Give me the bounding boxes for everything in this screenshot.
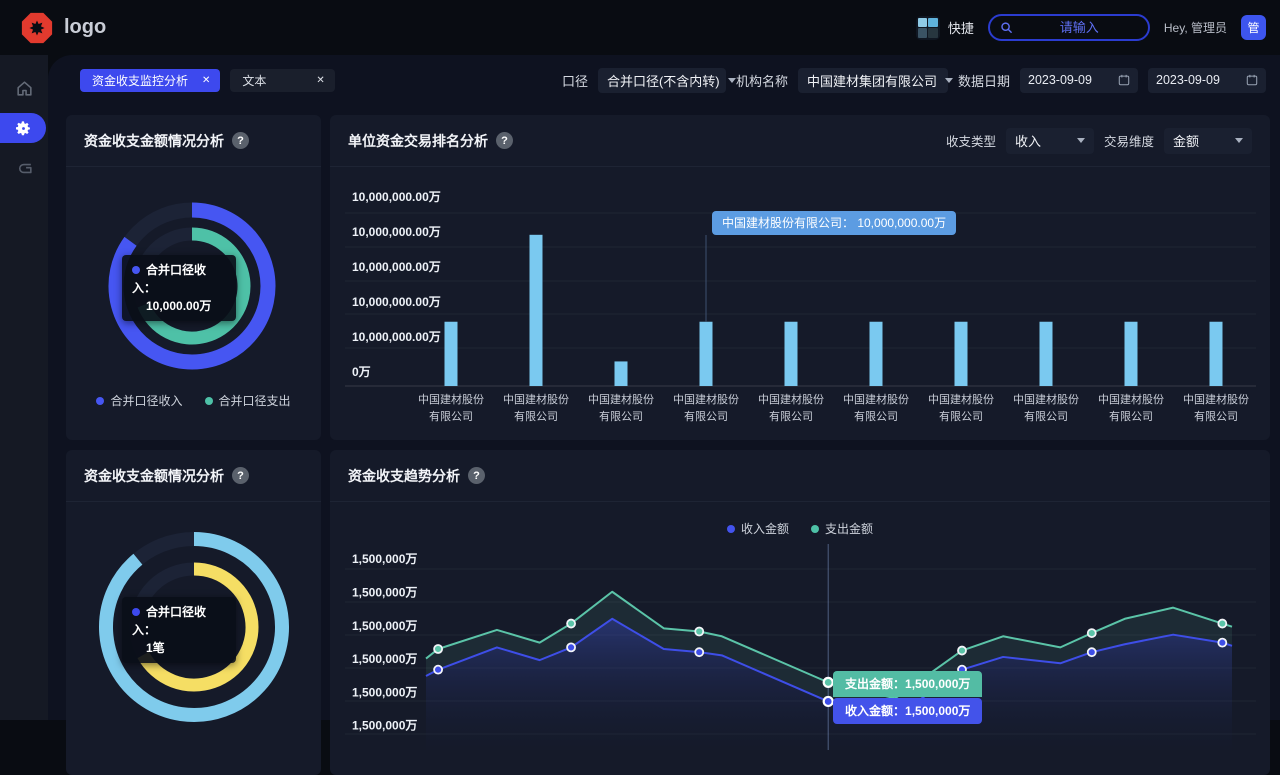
help-icon[interactable]: ? [232, 132, 249, 149]
svg-text:中国建材股份有限公司: 中国建材股份有限公司 [843, 392, 909, 423]
home-icon [16, 80, 32, 96]
legend-dot [96, 396, 105, 405]
panel-title: 资金收支金额情况分析 [84, 467, 224, 484]
panel-income-expense-top: 资金收支金额情况分析 ? 合并口径收入： 10,000.00万 合并口径收入 合… [66, 115, 321, 440]
svg-text:1,500,000万: 1,500,000万 [352, 685, 417, 699]
chevron-down-icon [1235, 138, 1243, 143]
panel-title: 资金收支趋势分析 [348, 467, 460, 484]
svg-text:1,500,000万: 1,500,000万 [352, 719, 417, 733]
date-input-end[interactable]: 2023-09-09 [1148, 67, 1266, 93]
filter-bar: 资金收支监控分析 ✕ 文本 ✕ 口径 合并口径(不含内转) 机构名称 中国建材集… [80, 67, 1266, 93]
legend-dot [726, 524, 735, 533]
calendar-icon [1118, 74, 1130, 86]
svg-text:10,000,000.00万: 10,000,000.00万 [352, 190, 441, 204]
income-type-select[interactable]: 收入 [1005, 127, 1094, 154]
legend-dot [204, 396, 213, 405]
svg-text:0万: 0万 [352, 365, 371, 379]
panel-trend: 资金收支趋势分析 ? 收入金额 支出金额 1,500,000万 1,500,000… [330, 450, 1270, 775]
svg-text:中国建材股份有限公司: 中国建材股份有限公司 [758, 392, 824, 423]
svg-text:中国建材股份有限公司: 中国建材股份有限公司 [588, 392, 654, 423]
dimension-select[interactable]: 金额 [1164, 127, 1252, 154]
scope-select[interactable]: 合并口径(不含内转) [597, 67, 736, 93]
svg-text:1,500,000万: 1,500,000万 [352, 619, 417, 633]
help-icon[interactable]: ? [468, 467, 485, 484]
chevron-down-icon [1076, 138, 1085, 143]
global-search[interactable] [987, 14, 1150, 41]
help-icon[interactable]: ? [232, 467, 249, 484]
quick-launcher[interactable]: 快捷 [915, 15, 974, 40]
org-label: 机构名称 [735, 73, 788, 89]
svg-text:中国建材股份有限公司: 中国建材股份有限公司 [928, 392, 994, 423]
search-input[interactable] [1020, 20, 1138, 35]
type-label: 收支类型 [945, 135, 996, 149]
scope-value: 合并口径(不含内转) [606, 73, 720, 89]
report-icon [18, 163, 32, 173]
panel-title: 单位资金交易排名分析 [348, 132, 488, 149]
scope-label: 口径 [561, 73, 588, 89]
tag-label: 资金收支监控分析 [92, 73, 189, 88]
user-greeting: Hey, 管理员 [1163, 21, 1227, 35]
date-value: 2023-09-09 [1028, 73, 1092, 87]
legend-dot [811, 524, 819, 533]
sidebar-item-reports[interactable] [0, 153, 48, 183]
svg-text:中国建材股份有限公司: 中国建材股份有限公司 [673, 392, 739, 423]
svg-text:中国建材股份有限公司: 中国建材股份有限公司 [1013, 392, 1079, 423]
logo-icon [21, 12, 53, 43]
org-select[interactable]: 中国建材集团有限公司 [797, 67, 953, 93]
close-icon[interactable]: ✕ [316, 75, 324, 86]
svg-text:1,500,000万: 1,500,000万 [352, 652, 417, 666]
main-content: 资金收支监控分析 ✕ 文本 ✕ 口径 合并口径(不含内转) 机构名称 中国建材集… [48, 55, 1280, 775]
trend-tooltip-expense: 支出金额：1,500,000万 [833, 671, 983, 697]
filter-tag-active[interactable]: 资金收支监控分析 ✕ [80, 68, 221, 92]
chart-tooltip: 合并口径收入： 10,000.00万 [122, 255, 236, 321]
svg-text:1,500,000万: 1,500,000万 [352, 585, 417, 599]
gear-icon [15, 120, 30, 135]
bar-tooltip: 中国建材股份有限公司： 10,000,000.00万 [712, 211, 957, 235]
chevron-down-icon [945, 77, 953, 83]
svg-text:中国建材股份有限公司: 中国建材股份有限公司 [418, 392, 484, 423]
tag-label: 文本 [242, 73, 267, 88]
panel-title: 资金收支金额情况分析 [84, 132, 224, 149]
series-dot [132, 266, 140, 274]
search-icon [1001, 22, 1012, 33]
grid-icon[interactable] [915, 15, 940, 40]
dimension-label: 交易维度 [1103, 135, 1154, 149]
date-value: 2023-09-09 [1156, 73, 1220, 87]
sidebar-item-home[interactable] [0, 73, 48, 103]
date-label: 数据日期 [957, 73, 1010, 89]
date-input-start[interactable]: 2023-09-09 [1020, 67, 1138, 93]
close-icon[interactable]: ✕ [202, 75, 210, 86]
legend-income-amount[interactable]: 收入金额 [726, 520, 789, 537]
svg-text:10,000,000.00万: 10,000,000.00万 [352, 225, 441, 239]
logo-text: logo [64, 16, 107, 38]
svg-text:10,000,000.00万: 10,000,000.00万 [352, 330, 441, 344]
svg-text:10,000,000.00万: 10,000,000.00万 [352, 295, 441, 309]
chevron-down-icon [727, 77, 736, 83]
filter-tag-text[interactable]: 文本 ✕ [230, 68, 335, 92]
legend-expense[interactable]: 合并口径支出 [204, 392, 291, 409]
calendar-icon [1246, 74, 1258, 86]
org-value: 中国建材集团有限公司 [806, 73, 937, 89]
svg-text:10,000,000.00万: 10,000,000.00万 [352, 260, 441, 274]
top-header: logo 快捷 Hey, 管理员 管 [0, 0, 1280, 55]
panel-unit-ranking: 单位资金交易排名分析 ? 收支类型 收入 交易维度 金额 10,000,000.… [330, 115, 1270, 440]
left-sidebar [0, 55, 48, 720]
svg-text:中国建材股份有限公司: 中国建材股份有限公司 [503, 392, 569, 423]
help-icon[interactable]: ? [496, 132, 513, 149]
svg-text:中国建材股份有限公司: 中国建材股份有限公司 [1183, 392, 1249, 423]
logo: logo [20, 11, 106, 45]
quick-label: 快捷 [947, 21, 974, 36]
trend-tooltip-income: 收入金额：1,500,000万 [833, 698, 983, 724]
svg-text:1,500,000万: 1,500,000万 [352, 552, 417, 566]
legend-expense-amount[interactable]: 支出金额 [811, 520, 873, 537]
chart-tooltip: 合并口径收入： 1笔 [122, 597, 236, 663]
svg-text:中国建材股份有限公司: 中国建材股份有限公司 [1098, 392, 1164, 423]
sidebar-item-settings[interactable] [0, 113, 46, 143]
avatar[interactable]: 管 [1241, 15, 1266, 40]
series-dot [132, 608, 140, 616]
panel-income-expense-bottom: 资金收支金额情况分析 ? 合并口径收入： 1笔 [66, 450, 321, 775]
legend-income[interactable]: 合并口径收入 [96, 392, 183, 409]
